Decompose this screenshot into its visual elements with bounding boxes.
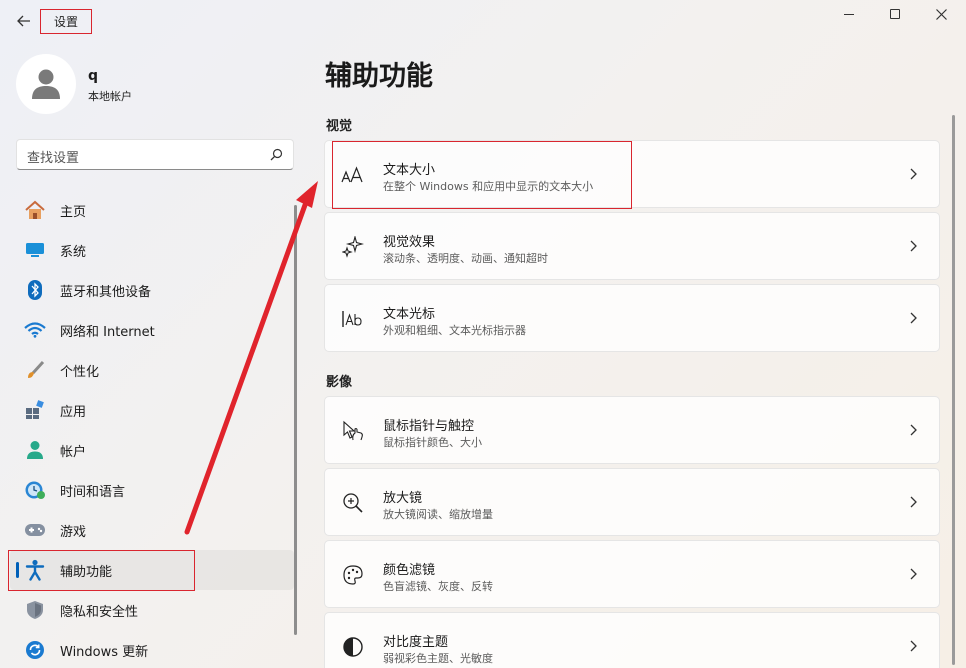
search-icon xyxy=(270,148,283,161)
sidebar-item-label: 蓝牙和其他设备 xyxy=(60,284,152,300)
sidebar-item-label: 应用 xyxy=(60,404,87,420)
chevron-right-icon xyxy=(907,237,919,255)
wifi-icon xyxy=(24,319,46,341)
app-title: 设置 xyxy=(40,9,92,34)
magnifier-icon xyxy=(341,491,365,515)
home-icon xyxy=(24,199,46,221)
chevron-right-icon xyxy=(907,565,919,583)
sidebar-item-gaming[interactable]: 游戏 xyxy=(10,510,294,550)
chevron-right-icon xyxy=(907,421,919,439)
update-icon xyxy=(24,639,46,661)
setting-card-mouse-pointer[interactable]: 鼠标指针与触控 鼠标指针颜色、大小 xyxy=(324,396,940,464)
sidebar-item-label: 游戏 xyxy=(60,524,87,540)
text-size-icon xyxy=(341,163,365,187)
sidebar-item-windows-update[interactable]: Windows 更新 xyxy=(10,630,294,668)
back-button[interactable] xyxy=(10,8,38,34)
card-description: 色盲滤镜、灰度、反转 xyxy=(383,580,493,593)
sidebar-item-label: 网络和 Internet xyxy=(60,324,155,340)
accessibility-icon xyxy=(24,559,46,581)
sidebar-item-home[interactable]: 主页 xyxy=(10,190,294,230)
sidebar-item-personalization[interactable]: 个性化 xyxy=(10,350,294,390)
setting-card-contrast-themes[interactable]: 对比度主题 弱视彩色主题、光敏度 xyxy=(324,612,940,668)
apps-icon xyxy=(24,399,46,421)
avatar xyxy=(16,54,76,114)
setting-card-magnifier[interactable]: 放大镜 放大镜阅读、缩放增量 xyxy=(324,468,940,536)
sidebar-item-label: 辅助功能 xyxy=(60,564,113,580)
search-placeholder: 查找设置 xyxy=(27,151,80,166)
card-description: 弱视彩色主题、光敏度 xyxy=(383,652,493,665)
sidebar-item-label: 主页 xyxy=(60,204,87,220)
card-title: 放大镜 xyxy=(383,491,423,506)
user-profile[interactable]: q 本地帐户 xyxy=(16,54,132,114)
sidebar-item-apps[interactable]: 应用 xyxy=(10,390,294,430)
card-title: 鼠标指针与触控 xyxy=(383,419,475,434)
gamepad-icon xyxy=(24,519,46,541)
close-button[interactable] xyxy=(918,0,964,28)
close-icon xyxy=(935,8,947,20)
setting-card-text-cursor[interactable]: 文本光标 外观和粗细、文本光标指示器 xyxy=(324,284,940,352)
contrast-icon xyxy=(341,635,365,659)
card-description: 放大镜阅读、缩放增量 xyxy=(383,508,493,521)
sidebar-item-system[interactable]: 系统 xyxy=(10,230,294,270)
card-description: 鼠标指针颜色、大小 xyxy=(383,436,482,449)
card-description: 外观和粗细、文本光标指示器 xyxy=(383,324,526,337)
sidebar-item-label: 时间和语言 xyxy=(60,484,126,500)
setting-card-text-size[interactable]: 文本大小 在整个 Windows 和应用中显示的文本大小 xyxy=(324,140,940,208)
sidebar-item-label: 帐户 xyxy=(60,444,87,460)
shield-icon xyxy=(24,599,46,621)
person-silhouette-icon xyxy=(32,69,60,99)
sidebar-item-label: 个性化 xyxy=(60,364,100,380)
setting-card-color-filters[interactable]: 颜色滤镜 色盲滤镜、灰度、反转 xyxy=(324,540,940,608)
chevron-right-icon xyxy=(907,637,919,655)
card-description: 滚动条、透明度、动画、通知超时 xyxy=(383,252,548,265)
chevron-right-icon xyxy=(907,165,919,183)
user-name: q xyxy=(88,68,99,84)
sidebar-item-privacy[interactable]: 隐私和安全性 xyxy=(10,590,294,630)
sidebar-item-label: 系统 xyxy=(60,244,87,260)
clock-globe-icon xyxy=(24,479,46,501)
palette-icon xyxy=(341,563,365,587)
maximize-icon xyxy=(890,9,900,19)
section-label-imaging: 影像 xyxy=(326,375,353,390)
chevron-right-icon xyxy=(907,493,919,511)
sidebar-item-accessibility[interactable]: 辅助功能 xyxy=(10,550,294,590)
main-scrollbar[interactable] xyxy=(952,115,955,665)
page-title: 辅助功能 xyxy=(325,61,433,92)
pointer-hand-icon xyxy=(341,419,365,443)
sidebar-scrollbar[interactable] xyxy=(294,205,297,635)
minimize-button[interactable] xyxy=(826,0,872,28)
account-type: 本地帐户 xyxy=(88,90,132,103)
bluetooth-icon xyxy=(24,279,46,301)
card-title: 对比度主题 xyxy=(383,635,449,650)
section-label-vision: 视觉 xyxy=(326,119,353,134)
sidebar-item-network[interactable]: 网络和 Internet xyxy=(10,310,294,350)
sparkle-icon xyxy=(341,235,365,259)
card-description: 在整个 Windows 和应用中显示的文本大小 xyxy=(383,180,594,193)
sidebar-item-label: 隐私和安全性 xyxy=(60,604,139,620)
text-cursor-icon xyxy=(341,307,365,331)
maximize-button[interactable] xyxy=(872,0,918,28)
sidebar-item-time-language[interactable]: 时间和语言 xyxy=(10,470,294,510)
chevron-right-icon xyxy=(907,309,919,327)
brush-icon xyxy=(24,359,46,381)
card-title: 视觉效果 xyxy=(383,235,436,250)
sidebar-nav: 主页 系统 蓝牙和其他设备 网络和 Internet 个性化 应用 帐户 时间和… xyxy=(10,190,294,668)
title-bar: 设置 xyxy=(0,0,966,40)
monitor-icon xyxy=(24,239,46,261)
search-input[interactable]: 查找设置 xyxy=(16,139,294,170)
minimize-icon xyxy=(844,13,854,15)
card-title: 文本大小 xyxy=(383,163,436,178)
card-title: 颜色滤镜 xyxy=(383,563,436,578)
arrow-left-icon xyxy=(17,15,30,27)
person-icon xyxy=(24,439,46,461)
sidebar-item-label: Windows 更新 xyxy=(60,644,149,660)
setting-card-visual-effects[interactable]: 视觉效果 滚动条、透明度、动画、通知超时 xyxy=(324,212,940,280)
card-title: 文本光标 xyxy=(383,307,436,322)
sidebar-item-bluetooth[interactable]: 蓝牙和其他设备 xyxy=(10,270,294,310)
sidebar-item-accounts[interactable]: 帐户 xyxy=(10,430,294,470)
